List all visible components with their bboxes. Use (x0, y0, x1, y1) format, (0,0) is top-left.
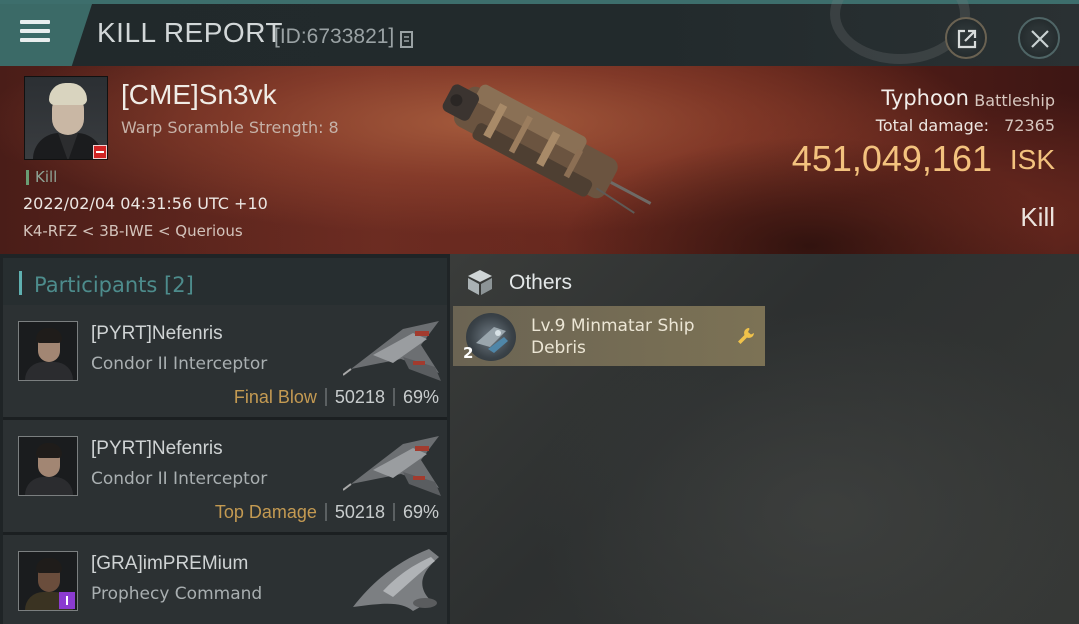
debris-graphic (476, 327, 508, 353)
participant-avatar[interactable] (18, 321, 78, 381)
report-result: Kill (1020, 202, 1055, 232)
participant-name[interactable]: [PYRT]Nefenris (91, 323, 223, 345)
avatar-body (25, 477, 73, 495)
participants-panel[interactable]: Participants [2] [PYRT]Nefenris Condor I… (0, 254, 450, 624)
hamburger-icon-bar (20, 38, 50, 42)
loot-item-card[interactable]: 2 Lv.9 Minmatar Ship Debris (453, 306, 765, 366)
total-damage-label: Total damage: (875, 116, 989, 135)
others-title: Others (509, 271, 573, 294)
participant-role: Top Damage (214, 502, 317, 522)
isk-unit: ISK (1009, 144, 1055, 175)
external-link-icon (957, 29, 977, 49)
participant-row[interactable]: [GRA]imPREMium Prophecy Command (3, 535, 447, 624)
participant-stats: Final Blow 50218 69% (234, 387, 439, 408)
info-badge-icon (59, 592, 75, 609)
portrait-hair (49, 83, 87, 105)
command-ship-image[interactable] (343, 541, 447, 615)
item-name: Lv.9 Minmatar Ship Debris (531, 316, 695, 358)
participant-ship: Prophecy Command (91, 584, 263, 604)
victim-name[interactable]: [CME]Sn3vk (121, 79, 277, 111)
victim-ship-class: Battleship (974, 91, 1055, 110)
report-body: Participants [2] [PYRT]Nefenris Condor I… (0, 254, 1079, 624)
participants-title: Participants [2] (34, 273, 194, 297)
close-button[interactable] (1018, 17, 1060, 59)
participant-damage: 50218 (334, 387, 385, 407)
cargo-box-icon (468, 270, 492, 295)
participant-stats: Top Damage 50218 69% (215, 502, 439, 523)
participant-ship: Condor II Interceptor (91, 354, 268, 374)
participant-name[interactable]: [GRA]imPREMium (91, 553, 248, 575)
participant-row[interactable]: [PYRT]Nefenris Condor II Interceptor Top… (3, 420, 447, 532)
participant-row[interactable]: [PYRT]Nefenris Condor II Interceptor Fin… (3, 305, 447, 417)
interceptor-ship-image[interactable] (343, 426, 447, 500)
stat-divider (324, 388, 327, 406)
header-accent (19, 271, 22, 295)
participant-damage: 50218 (334, 502, 385, 522)
ship-debris-icon (466, 313, 516, 361)
participant-avatar[interactable] (18, 436, 78, 496)
kill-tag: Kill (26, 170, 57, 185)
item-quantity: 2 (463, 344, 474, 362)
stat-divider (324, 503, 327, 521)
participant-avatar[interactable] (18, 551, 78, 611)
hostile-status-icon (93, 145, 107, 159)
warp-scramble-strength: Warp Soramble Strength: 8 (121, 118, 339, 137)
kill-timestamp: 2022/02/04 04:31:56 UTC +10 (23, 194, 268, 213)
participant-percent: 69% (402, 502, 439, 522)
total-damage-value: 72365 (1004, 116, 1055, 135)
share-button[interactable] (945, 17, 987, 59)
battleship-image[interactable] (420, 76, 660, 236)
avatar-hair (36, 558, 62, 573)
participant-percent: 69% (402, 387, 439, 407)
page-title: KILL REPORT (97, 17, 284, 48)
stat-divider (392, 503, 395, 521)
participant-role: Final Blow (233, 387, 317, 407)
hamburger-icon (20, 20, 50, 24)
title-bar: KILL REPORT [ID:6733821] (0, 0, 1079, 66)
avatar-body (25, 362, 73, 380)
wrench-icon[interactable] (736, 326, 756, 346)
hamburger-icon-bar (20, 29, 50, 33)
victim-banner: Kill [CME]Sn3vk Warp Soramble Strength: … (0, 66, 1079, 254)
participant-name[interactable]: [PYRT]Nefenris (91, 438, 223, 460)
report-id: [ID:6733821] (274, 25, 395, 48)
menu-button[interactable] (0, 4, 92, 66)
victim-ship-name[interactable]: Typhoon (881, 86, 969, 110)
participant-ship: Condor II Interceptor (91, 469, 268, 489)
participants-header: Participants [2] (3, 258, 447, 305)
avatar-hair (36, 328, 62, 343)
isk-value: 451,049,161 (791, 138, 992, 179)
avatar-hair (36, 443, 62, 458)
interceptor-ship-image[interactable] (343, 311, 447, 385)
stat-divider (392, 388, 395, 406)
copy-icon[interactable] (400, 29, 416, 49)
kill-location[interactable]: K4-RFZ < 3B-IWE < Querious (23, 222, 243, 240)
close-icon (1031, 30, 1049, 48)
